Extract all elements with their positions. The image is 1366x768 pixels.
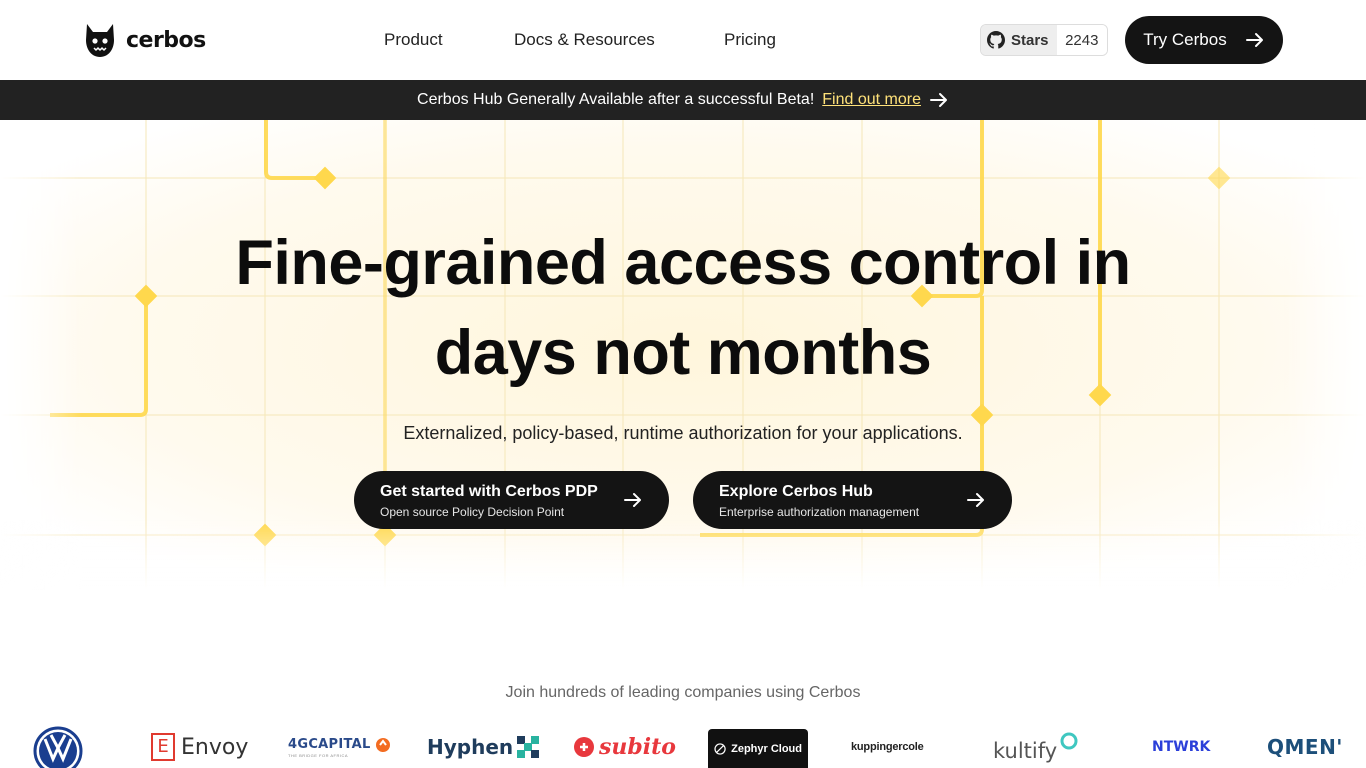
nav-pricing[interactable]: Pricing — [724, 30, 776, 50]
arrow-right-icon — [1245, 33, 1263, 47]
subito-logo: subito — [573, 726, 676, 768]
subito-logo-icon — [574, 737, 594, 757]
envoy-logo: E Envoy — [151, 726, 248, 768]
banner-find-out-more-link[interactable]: Find out more — [822, 91, 921, 109]
envoy-logo-text: Envoy — [181, 734, 249, 760]
try-cerbos-label: Try Cerbos — [1143, 30, 1227, 49]
cta-secondary-subtitle: Enterprise authorization management — [719, 505, 920, 519]
hero-title-line-1: Fine-grained access control in — [235, 228, 1131, 298]
hero-section: Fine-grained access control in days not … — [0, 120, 1366, 590]
cta-secondary-title: Explore Cerbos Hub — [719, 483, 873, 500]
github-icon — [987, 31, 1005, 49]
github-stars-label-group: Stars — [981, 25, 1057, 55]
github-stars-label: Stars — [1011, 31, 1049, 49]
qment-logo-text: QMEN' — [1267, 735, 1343, 759]
hyphen-logo-text: Hyphen — [427, 735, 514, 759]
envoy-logo-mark: E — [151, 733, 175, 761]
hyphen-logo: Hyphen — [427, 726, 540, 768]
github-stars-count: 2243 — [1056, 25, 1107, 55]
announcement-banner: Cerbos Hub Generally Available after a s… — [0, 80, 1366, 120]
volkswagen-logo-icon — [33, 726, 83, 768]
kultify-logo-icon — [1060, 732, 1078, 750]
nav-product[interactable]: Product — [384, 30, 443, 50]
get-started-pdp-button[interactable]: Get started with Cerbos PDP Open source … — [354, 471, 669, 529]
4gcapital-logo-text: 4GCAPITAL — [288, 737, 371, 752]
customer-logo-strip: E Envoy 4GCAPITAL THE BRIDGE FOR AFRICA … — [0, 726, 1366, 768]
4gcapital-tagline: THE BRIDGE FOR AFRICA — [288, 752, 349, 758]
kultify-logo-text: kultify — [993, 739, 1058, 763]
kultify-logo: kultify — [993, 726, 1079, 768]
4gcapital-logo-icon — [375, 737, 390, 752]
zephyr-cloud-logo: Zephyr Cloud — [708, 729, 808, 768]
try-cerbos-button[interactable]: Try Cerbos — [1125, 16, 1283, 64]
kuppingercole-logo: kuppingercole — [851, 726, 924, 768]
arrow-right-icon — [967, 493, 984, 507]
hero-title: Fine-grained access control in days not … — [0, 218, 1366, 398]
site-header: cerbos Product Docs & Resources Pricing … — [0, 0, 1366, 80]
4gcapital-logo: 4GCAPITAL THE BRIDGE FOR AFRICA — [288, 726, 391, 768]
zephyr-cloud-logo-text: Zephyr Cloud — [731, 742, 802, 755]
ntwrk-logo: NTWRK — [1152, 726, 1210, 768]
cta-primary-subtitle: Open source Policy Decision Point — [380, 505, 565, 519]
kuppingercole-logo-text: kuppingercole — [851, 741, 924, 753]
github-stars-button[interactable]: Stars 2243 — [980, 24, 1108, 56]
arrow-right-icon[interactable] — [929, 90, 949, 110]
arrow-right-icon — [624, 493, 641, 507]
ntwrk-logo-text: NTWRK — [1152, 739, 1211, 755]
cta-primary-title: Get started with Cerbos PDP — [380, 483, 598, 500]
hero-subtitle: Externalized, policy-based, runtime auth… — [403, 423, 963, 443]
qment-logo: QMEN' — [1267, 726, 1343, 768]
hyphen-logo-icon — [517, 736, 540, 758]
customers-heading: Join hundreds of leading companies using… — [505, 684, 861, 701]
hero-title-line-2: days not months — [434, 318, 932, 388]
subito-logo-text: subito — [599, 734, 676, 760]
nav-docs-resources[interactable]: Docs & Resources — [514, 30, 655, 50]
banner-text: Cerbos Hub Generally Available after a s… — [417, 91, 815, 108]
zephyr-cloud-logo-icon — [714, 742, 726, 755]
explore-cerbos-hub-button[interactable]: Explore Cerbos Hub Enterprise authorizat… — [693, 471, 1012, 529]
volkswagen-logo — [33, 726, 83, 768]
